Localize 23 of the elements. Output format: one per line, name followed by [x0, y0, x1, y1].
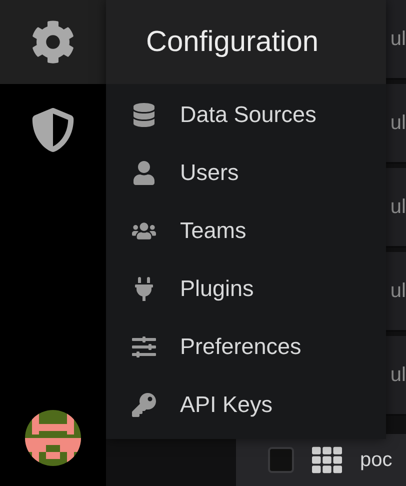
menu-title: Configuration: [146, 26, 318, 58]
grid-icon: [312, 445, 342, 475]
menu-item[interactable]: Teams: [106, 202, 386, 260]
row-title: ul: [390, 364, 406, 386]
row-title: poc: [360, 448, 392, 472]
database-icon: [132, 103, 156, 127]
menu-item[interactable]: API Keys: [106, 376, 386, 434]
menu-item[interactable]: Preferences: [106, 318, 386, 376]
row-title: ul: [390, 280, 406, 302]
row-title: ul: [390, 112, 406, 134]
sidebar-item[interactable]: [0, 0, 106, 84]
row-title: ul: [390, 28, 406, 50]
key-icon: [132, 393, 156, 417]
menu-item[interactable]: Data Sources: [106, 86, 386, 144]
shield-icon[interactable]: [31, 108, 75, 152]
checkbox[interactable]: [268, 447, 294, 473]
menu-item[interactable]: Plugins: [106, 260, 386, 318]
row-title: ul: [390, 196, 406, 218]
user-icon: [132, 161, 156, 185]
menu-item[interactable]: Users: [106, 144, 386, 202]
plug-icon: [132, 277, 156, 301]
sliders-icon: [132, 335, 156, 359]
settings-icon[interactable]: [31, 20, 75, 64]
